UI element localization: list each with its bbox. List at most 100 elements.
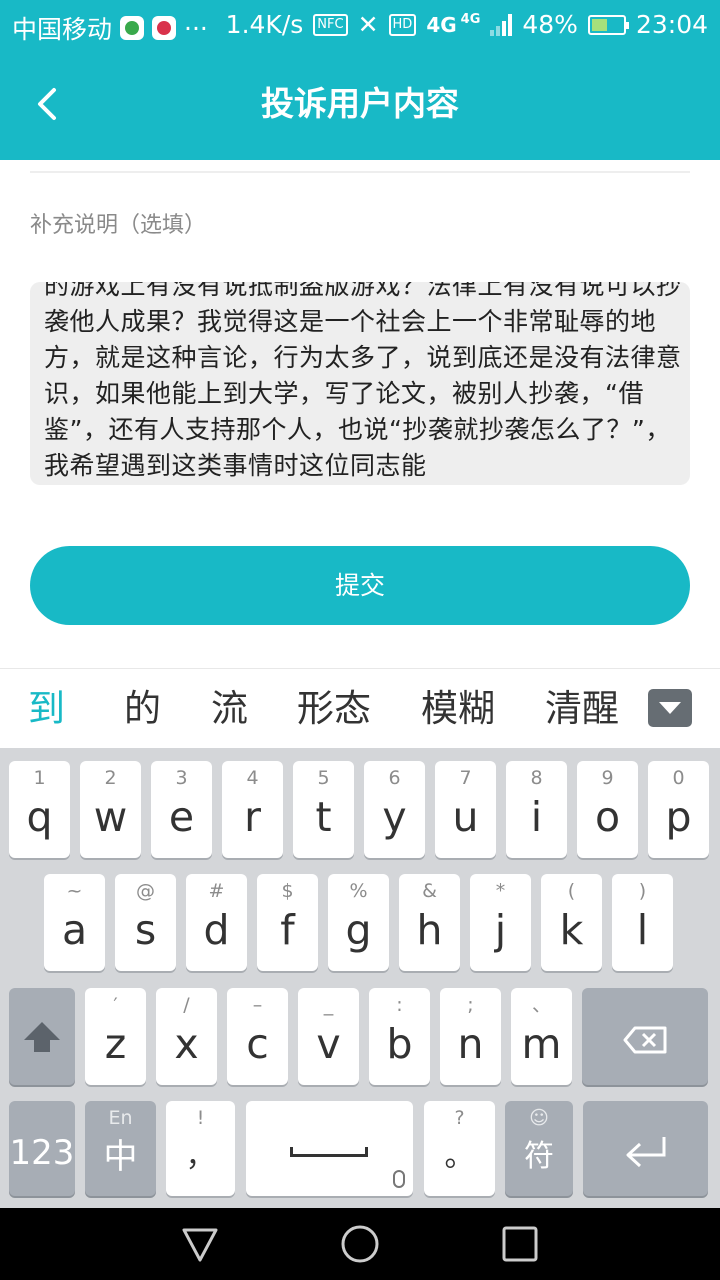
key-n[interactable]: ; n (440, 988, 501, 1085)
key-u[interactable]: 7u (435, 761, 496, 858)
key-secondary: 3 (175, 767, 188, 789)
more-notifications-icon: ··· (184, 13, 208, 43)
key-q[interactable]: 1q (9, 761, 70, 858)
carrier-label: 中国移动 (12, 15, 113, 44)
key-secondary: ! (196, 1107, 205, 1129)
candidate-item[interactable]: 清醒 (545, 681, 619, 737)
key-d[interactable]: # d (186, 874, 247, 971)
key-j[interactable]: * j (470, 874, 531, 971)
space-key[interactable] (246, 1101, 413, 1196)
key-primary: w (93, 793, 128, 841)
recent-apps-square-icon[interactable] (498, 1222, 542, 1266)
key-secondary: 6 (388, 767, 401, 789)
key-primary: e (168, 793, 195, 841)
key-primary: k (559, 906, 584, 954)
key-o[interactable]: 9o (577, 761, 638, 858)
period-key[interactable]: ? 。 (424, 1101, 495, 1196)
key-primary: s (134, 906, 157, 954)
enter-key[interactable] (583, 1101, 708, 1196)
key-secondary: 7 (459, 767, 472, 789)
key-w[interactable]: 2w (80, 761, 141, 858)
app-header: 中国移动 ··· 1.4K/s NFC ✕ HD 4G 4G 48% 23:04… (0, 0, 720, 160)
key-g[interactable]: % g (328, 874, 389, 971)
key-y[interactable]: 6y (364, 761, 425, 858)
candidate-item[interactable]: 形态 (297, 681, 371, 737)
comma-key[interactable]: ! ， (166, 1101, 235, 1196)
key-secondary: 5 (317, 767, 330, 789)
key-primary: a (61, 906, 88, 954)
candidate-item[interactable]: 模糊 (421, 681, 495, 737)
key-m[interactable]: 、 m (511, 988, 572, 1085)
key-c[interactable]: – c (227, 988, 288, 1085)
key-primary: h (416, 906, 443, 954)
key-primary: z (104, 1020, 127, 1068)
key-secondary: ? (454, 1107, 465, 1129)
key-secondary: / (183, 994, 190, 1016)
key-primary: o (594, 793, 621, 841)
key-e[interactable]: 3e (151, 761, 212, 858)
key-primary: l (636, 906, 649, 954)
music-app-notification-icon (152, 16, 177, 40)
key-i[interactable]: 8i (506, 761, 567, 858)
home-circle-icon[interactable] (338, 1222, 382, 1266)
collapse-candidates-button[interactable] (648, 689, 692, 727)
key-x[interactable]: / x (156, 988, 217, 1085)
key-r[interactable]: 4r (222, 761, 283, 858)
key-secondary: 1 (33, 767, 46, 789)
back-triangle-icon[interactable] (178, 1222, 222, 1266)
key-p[interactable]: 0p (648, 761, 709, 858)
candidate-item[interactable]: 流 (211, 681, 248, 737)
symbols-key[interactable]: ☺ 符 (505, 1101, 573, 1196)
microphone-icon (393, 1170, 405, 1188)
key-primary: i (530, 793, 543, 841)
key-t[interactable]: 5t (293, 761, 354, 858)
backspace-key[interactable] (582, 988, 708, 1085)
numbers-key[interactable]: 123 (9, 1101, 75, 1196)
supplement-text: 的游戏上有没有说抵制盗版游戏？法律上有没有说可以抄袭他人成果？我觉得这是一个社会… (44, 282, 682, 480)
key-secondary: 、 (531, 994, 551, 1016)
key-primary: 。 (444, 1139, 475, 1174)
key-b[interactable]: :b (369, 988, 430, 1085)
key-secondary: _ (323, 994, 334, 1016)
key-primary: u (452, 793, 479, 841)
candidate-item[interactable]: 的 (124, 681, 161, 737)
supplement-label: 补充说明（选填） (30, 213, 207, 238)
keyboard: 1q 2w 3e 4r 5t 6y 7u 8i 9o 0p ~ a @ s # d $… (0, 748, 720, 1208)
numbers-key-label: 123 (9, 1133, 75, 1173)
key-primary: r (244, 793, 261, 841)
supplement-textarea[interactable]: 的游戏上有没有说抵制盗版游戏？法律上有没有说可以抄袭他人成果？我觉得这是一个社会… (30, 282, 690, 485)
key-h[interactable]: & h (399, 874, 460, 971)
shift-icon (24, 1022, 60, 1052)
key-secondary: 9 (601, 767, 614, 789)
key-secondary: 8 (530, 767, 543, 789)
key-k[interactable]: (k (541, 874, 602, 971)
ime-candidate-bar: 到 的 流 形态 模糊 清醒 (0, 668, 720, 749)
page-title: 投诉用户内容 (261, 84, 459, 123)
app-notification-icon (120, 16, 145, 40)
vibrate-off-icon: ✕ (357, 10, 379, 39)
network-type-small: 4G (460, 12, 481, 27)
shift-key[interactable] (9, 988, 75, 1085)
candidate-item[interactable]: 到 (28, 681, 65, 737)
key-secondary: # (208, 880, 225, 902)
key-primary: t (315, 793, 332, 841)
key-secondary: ( (567, 880, 576, 902)
battery-charging-icon (587, 14, 629, 35)
key-f[interactable]: $ f (257, 874, 318, 971)
status-bar: 中国移动 ··· 1.4K/s NFC ✕ HD 4G 4G 48% 23:04 (0, 0, 720, 50)
submit-button[interactable]: 提交 (30, 546, 690, 625)
key-z[interactable]: ′ z (85, 988, 146, 1085)
key-primary: f (280, 906, 295, 954)
key-primary: d (203, 906, 230, 954)
key-secondary: & (422, 880, 437, 902)
language-switch-key[interactable]: En 中 (85, 1101, 156, 1196)
key-v[interactable]: _ v (298, 988, 359, 1085)
key-primary: c (246, 1020, 269, 1068)
key-secondary: ′ (113, 994, 118, 1016)
key-primary: b (386, 1020, 413, 1068)
key-a[interactable]: ~ a (44, 874, 105, 971)
key-s[interactable]: @ s (115, 874, 176, 971)
hd-voice-icon: HD (388, 13, 417, 36)
key-primary: y (382, 793, 407, 841)
key-l[interactable]: ) l (612, 874, 673, 971)
